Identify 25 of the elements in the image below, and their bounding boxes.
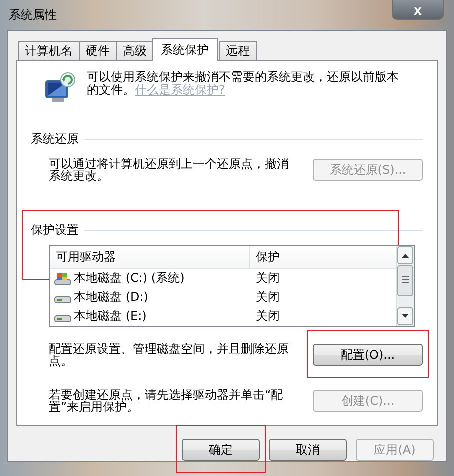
intro-text: 可以使用系统保护来撤消不需要的系统更改，还原以前版本的文件。什么是系统保护? [87, 71, 400, 99]
restore-description: 可以通过将计算机还原到上一个还原点，撤消系统更改。 [49, 158, 290, 182]
section-heading: 系统还原 [31, 131, 79, 148]
create-description: 若要创建还原点，请先选择驱动器并单击“配置”来启用保护。 [49, 389, 284, 413]
tab[interactable]: 高级 [116, 41, 154, 61]
dialog-button[interactable]: 确定 [182, 439, 260, 461]
tab[interactable]: 硬件 [79, 41, 117, 61]
tab[interactable]: 计算机名 [18, 41, 80, 61]
column-header[interactable]: 可用驱动器 [50, 246, 250, 269]
protection-status: 关闭 [256, 289, 280, 306]
dialog-button[interactable]: 取消 [269, 439, 347, 461]
drive-name: 本地磁盘 (E:) [74, 308, 147, 325]
computer-shield-icon [43, 71, 77, 105]
tab[interactable]: 系统保护 [152, 38, 218, 61]
configure-button[interactable]: 配置(O)... [313, 344, 423, 366]
tab[interactable]: 远程 [219, 41, 257, 61]
drive-name: 本地磁盘 (D:) [74, 289, 148, 306]
window-title: 系统属性 [8, 6, 57, 24]
drive-name: 本地磁盘 (C:) (系统) [74, 270, 185, 287]
close-button[interactable]: x [392, 0, 444, 20]
section-heading: 保护设置 [31, 222, 79, 239]
configure-description: 配置还原设置、管理磁盘空间，并且删除还原点。 [49, 343, 290, 367]
scrollbar[interactable] [396, 246, 414, 326]
protection-status: 关闭 [256, 308, 280, 325]
protection-status: 关闭 [256, 270, 280, 287]
